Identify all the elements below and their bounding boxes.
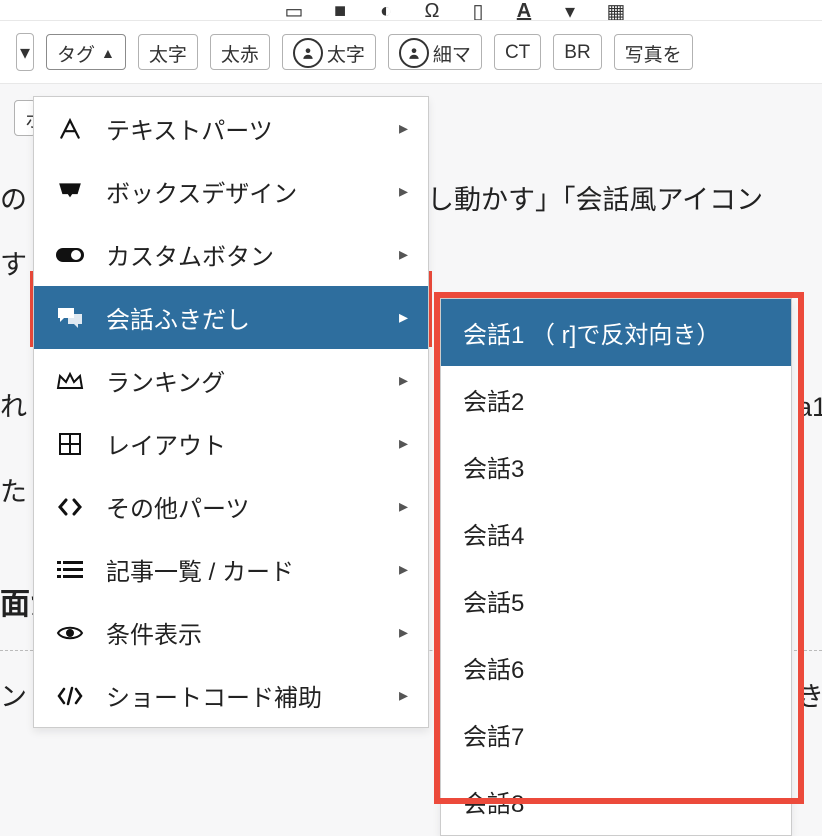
menu-item-label: テキストパーツ (106, 111, 273, 146)
br-button-label: BR (564, 42, 590, 64)
caret-up-icon: ▲ (101, 45, 115, 61)
menu-item-article-list[interactable]: 記事一覧 / カード ▸ (34, 538, 428, 601)
clock-icon[interactable]: ◐ (372, 2, 400, 20)
submenu-item-label: 会話5 (463, 590, 524, 617)
menu-item-label: カスタムボタン (106, 237, 274, 272)
menu-item-label: レイアウト (106, 426, 226, 461)
circle-small-label: 細マ (433, 40, 471, 67)
chevron-right-icon: ▸ (399, 559, 408, 580)
menu-item-other-parts[interactable]: その他パーツ ▸ (34, 475, 428, 538)
submenu-item-kaiwa6[interactable]: 会話6 (441, 634, 791, 701)
caret-down-icon: ▾ (20, 40, 30, 65)
submenu-item-label: 会話8 (463, 791, 524, 818)
br-button[interactable]: BR (553, 34, 601, 70)
chevron-right-icon: ▸ (399, 622, 408, 643)
menu-item-label: ボックスデザイン (106, 174, 297, 209)
omega-icon[interactable]: Ω (418, 2, 446, 20)
text-color-icon[interactable]: A (510, 2, 538, 20)
toggle-icon (54, 245, 86, 265)
code-brackets-icon (54, 497, 86, 517)
submenu-item-kaiwa3[interactable]: 会話3 (441, 433, 791, 500)
bold-red-button[interactable]: 太赤 (210, 34, 270, 70)
font-icon (54, 116, 86, 142)
circle-bold-button[interactable]: 太字 (282, 34, 376, 70)
chevron-right-icon: ▸ (399, 307, 408, 328)
menu-item-conditional[interactable]: 条件表示 ▸ (34, 601, 428, 664)
code-slash-icon (54, 686, 86, 706)
submenu-item-label: 会話4 (463, 523, 524, 550)
bold-red-button-label: 太赤 (221, 40, 259, 67)
menu-item-speech-bubble[interactable]: 会話ふきだし ▸ (34, 286, 428, 349)
page-icon[interactable]: ▯ (464, 2, 492, 20)
photo-button-label: 写真を (625, 40, 682, 67)
tag-dropdown-button[interactable]: タグ ▲ (46, 34, 126, 70)
submenu-item-kaiwa2[interactable]: 会話2 (441, 366, 791, 433)
submenu-item-kaiwa7[interactable]: 会話7 (441, 701, 791, 768)
crown-icon (54, 370, 86, 392)
submenu-item-label: 会話3 (463, 456, 524, 483)
circle-small-button[interactable]: 細マ (388, 34, 482, 70)
menu-item-layout[interactable]: レイアウト ▸ (34, 412, 428, 475)
inbox-icon (54, 181, 86, 203)
circle-bold-label: 太字 (327, 40, 365, 67)
menu-item-label: 会話ふきだし (106, 300, 250, 335)
submenu-item-label: 会話7 (463, 724, 524, 751)
menu-item-text-parts[interactable]: テキストパーツ ▸ (34, 97, 428, 160)
person-icon (293, 38, 323, 68)
submenu-item-kaiwa8[interactable]: 会話8 (441, 768, 791, 835)
bold-button[interactable]: 太字 (138, 34, 198, 70)
tag-dropdown-label: タグ (57, 40, 95, 67)
caret-down-icon[interactable]: ▾ (556, 2, 584, 20)
submenu-item-kaiwa4[interactable]: 会話4 (441, 500, 791, 567)
eye-icon (54, 624, 86, 642)
chevron-right-icon: ▸ (399, 370, 408, 391)
menu-item-label: その他パーツ (106, 489, 250, 524)
list-icon (54, 560, 86, 580)
chevron-right-icon: ▸ (399, 118, 408, 139)
submenu-item-label: 会話1 （ r]で反対向き） (463, 322, 720, 349)
submenu-item-label: 会話2 (463, 389, 524, 416)
ct-button[interactable]: CT (494, 34, 541, 70)
chevron-right-icon: ▸ (399, 685, 408, 706)
bookmark-icon[interactable]: ■ (326, 2, 354, 20)
menu-item-custom-button[interactable]: カスタムボタン ▸ (34, 223, 428, 286)
submenu-item-label: 会話6 (463, 657, 524, 684)
tag-menu: テキストパーツ ▸ ボックスデザイン ▸ カスタムボタン ▸ 会話ふきだし ▸ … (33, 96, 429, 728)
menu-item-label: ショートコード補助 (106, 678, 322, 713)
menu-item-box-design[interactable]: ボックスデザイン ▸ (34, 160, 428, 223)
speech-bubble-submenu: 会話1 （ r]で反対向き） 会話2 会話3 会話4 会話5 会話6 会話7 会… (440, 298, 792, 836)
chevron-right-icon: ▸ (399, 496, 408, 517)
menu-item-label: 条件表示 (106, 615, 202, 650)
person-icon (399, 38, 429, 68)
menu-item-label: 記事一覧 / カード (106, 552, 294, 587)
chevron-right-icon: ▸ (399, 433, 408, 454)
top-toolbar: 12pt ▭ ■ ◐ Ω ▯ A ▾ ▦ (0, 0, 822, 21)
ct-button-label: CT (505, 42, 530, 64)
grid-icon (54, 432, 86, 456)
menu-item-ranking[interactable]: ランキング ▸ (34, 349, 428, 412)
submenu-item-kaiwa1[interactable]: 会話1 （ r]で反対向き） (441, 299, 791, 366)
photo-button[interactable]: 写真を (614, 34, 693, 70)
format-toolbar: ▾ タグ ▲ 太字 太赤 太字 細マ CT BR 写真を (0, 21, 822, 84)
file-icon[interactable]: ▭ (280, 2, 308, 20)
table-icon[interactable]: ▦ (602, 2, 630, 20)
prev-dropdown-caret[interactable]: ▾ (16, 33, 34, 71)
menu-item-shortcode[interactable]: ショートコード補助 ▸ (34, 664, 428, 727)
chevron-right-icon: ▸ (399, 181, 408, 202)
chat-icon (54, 306, 86, 330)
menu-item-label: ランキング (106, 363, 225, 398)
chevron-right-icon: ▸ (399, 244, 408, 265)
submenu-item-kaiwa5[interactable]: 会話5 (441, 567, 791, 634)
bold-button-label: 太字 (149, 40, 187, 67)
